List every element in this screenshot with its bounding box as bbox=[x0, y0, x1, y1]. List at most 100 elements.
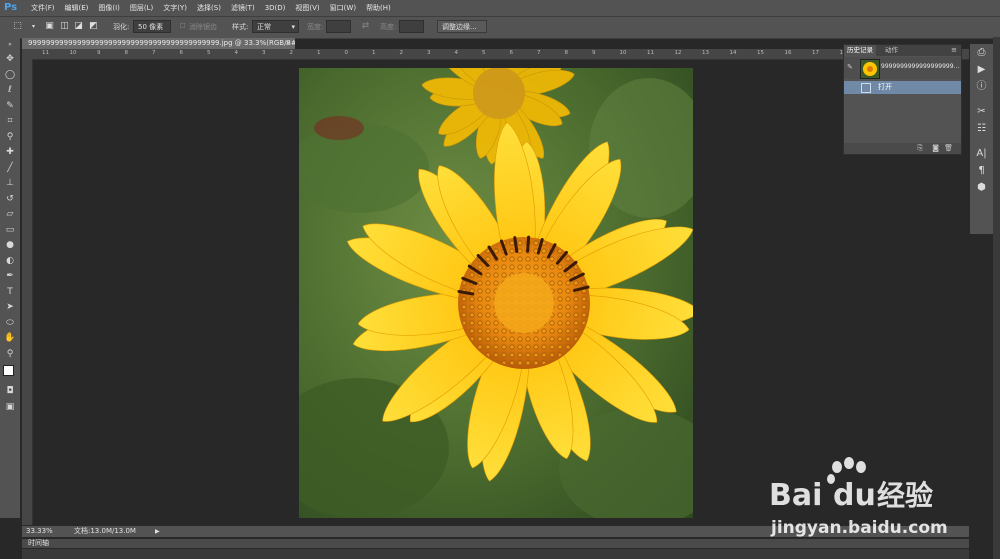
width-input[interactable] bbox=[326, 20, 351, 33]
photoshop-logo: Ps bbox=[4, 2, 18, 13]
tab-history[interactable]: 历史记录 bbox=[844, 45, 876, 56]
adjustments-icon[interactable]: ☷ bbox=[970, 120, 993, 137]
ruler-tick: 10 bbox=[69, 50, 77, 56]
camera-icon[interactable]: ◙ bbox=[932, 143, 939, 154]
lasso-tool-icon[interactable]: ℓ bbox=[0, 83, 20, 99]
ruler-tick: 4 bbox=[234, 50, 239, 56]
right-dock-strip: ⎙ ▶ ⓘ ✂ ☷ A| ¶ ⬢ bbox=[970, 44, 993, 234]
foreground-color-swatch[interactable] bbox=[3, 365, 14, 376]
menu-view[interactable]: 视图(V) bbox=[290, 0, 324, 16]
ruler-tick: 2 bbox=[289, 50, 294, 56]
ellipse-tool-icon[interactable]: ⬭ bbox=[0, 316, 20, 332]
ruler-tick: 17 bbox=[812, 50, 819, 56]
healing-brush-tool-icon[interactable]: ✚ bbox=[0, 145, 20, 161]
menu-items: 文件(F) 编辑(E) 图像(I) 图层(L) 文字(Y) 选择(S) 滤镜(T… bbox=[26, 0, 396, 16]
zoom-level[interactable]: 33.33% bbox=[26, 526, 53, 537]
flower-stamen bbox=[526, 235, 531, 253]
blur-tool-icon[interactable]: ● bbox=[0, 238, 20, 254]
menu-image[interactable]: 图像(I) bbox=[93, 0, 125, 16]
3d-cube-icon[interactable]: ⬢ bbox=[970, 179, 993, 196]
color-swatches[interactable] bbox=[0, 362, 20, 384]
menu-3d[interactable]: 3D(D) bbox=[260, 0, 291, 16]
timeline-label[interactable]: 时间轴 bbox=[28, 539, 49, 548]
add-selection-icon[interactable]: ◫ bbox=[59, 21, 70, 32]
ruler-tick: 1 bbox=[317, 50, 321, 56]
subtract-selection-icon[interactable]: ◪ bbox=[73, 21, 84, 32]
marquee-preset-icon[interactable]: ⬚ bbox=[12, 21, 23, 32]
dodge-tool-icon[interactable]: ◐ bbox=[0, 254, 20, 270]
ruler-tick: 9 bbox=[592, 50, 596, 56]
menu-window[interactable]: 窗口(W) bbox=[325, 0, 361, 16]
history-snapshot-row[interactable]: ✎ 9999999999999999999... bbox=[844, 57, 961, 79]
brush-tool-icon[interactable]: ╱ bbox=[0, 161, 20, 177]
crop-tool-icon[interactable]: ⌗ bbox=[0, 114, 20, 130]
ruler-tick: 6 bbox=[179, 50, 184, 56]
ruler-tick: 3 bbox=[427, 50, 431, 56]
ruler-tick: 16 bbox=[784, 50, 792, 56]
tools-panel: » ✥ ◯ ℓ ✎ ⌗ ⚲ ✚ ╱ ⊥ ↺ ▱ ▭ ● ◐ ✒ T ➤ ⬭ ✋ … bbox=[0, 38, 20, 518]
ruler-tick: 9 bbox=[97, 50, 101, 56]
marquee-tool-icon[interactable]: ◯ bbox=[0, 68, 20, 84]
menu-layer[interactable]: 图层(L) bbox=[125, 0, 158, 16]
clone-stamp-tool-icon[interactable]: ⊥ bbox=[0, 176, 20, 192]
pen-tool-icon[interactable]: ✒ bbox=[0, 269, 20, 285]
feather-input[interactable]: 50 像素 bbox=[133, 20, 171, 33]
ruler-tick: 15 bbox=[757, 50, 764, 56]
document-tab[interactable]: 9999999999999999999999999999999999999999… bbox=[22, 38, 295, 49]
feather-label: 羽化: bbox=[113, 23, 130, 31]
ruler-tick: 10 bbox=[619, 50, 627, 56]
ruler-tick: 8 bbox=[124, 50, 129, 56]
refine-edge-button[interactable]: 调整边缘... bbox=[437, 20, 487, 33]
paragraph-icon[interactable]: ¶ bbox=[970, 162, 993, 179]
close-icon[interactable]: × bbox=[285, 38, 291, 49]
ruler-tick: 13 bbox=[702, 50, 709, 56]
document-canvas-image[interactable] bbox=[299, 68, 693, 518]
history-brush-source-icon[interactable]: ✎ bbox=[847, 63, 853, 71]
move-tool-icon[interactable]: ✥ bbox=[0, 52, 20, 68]
zoom-tool-icon[interactable]: ⚲ bbox=[0, 347, 20, 363]
chevron-down-icon: ▾ bbox=[291, 23, 295, 31]
watermark-url: jingyan.baidu.com bbox=[770, 518, 948, 538]
collapse-icon[interactable]: » bbox=[0, 38, 20, 52]
quick-select-tool-icon[interactable]: ✎ bbox=[0, 99, 20, 115]
actions-play-icon[interactable]: ▶ bbox=[970, 61, 993, 78]
hand-tool-icon[interactable]: ✋ bbox=[0, 331, 20, 347]
eraser-tool-icon[interactable]: ▱ bbox=[0, 207, 20, 223]
new-selection-icon[interactable]: ▣ bbox=[44, 21, 55, 32]
menu-select[interactable]: 选择(S) bbox=[192, 0, 226, 16]
watermark-brand-1: Bai bbox=[769, 478, 822, 513]
intersect-selection-icon[interactable]: ◩ bbox=[88, 21, 99, 32]
gradient-tool-icon[interactable]: ▭ bbox=[0, 223, 20, 239]
divider bbox=[970, 137, 993, 145]
screen-mode-icon[interactable]: ▣ bbox=[0, 400, 20, 416]
trash-icon[interactable]: 🗑 bbox=[944, 143, 953, 154]
panel-menu-icon[interactable]: ≡ bbox=[951, 45, 957, 56]
history-state-open[interactable]: 打开 bbox=[844, 81, 961, 94]
brush-presets-icon[interactable]: ✂ bbox=[970, 103, 993, 120]
quick-mask-icon[interactable]: ◘ bbox=[0, 384, 20, 400]
menu-file[interactable]: 文件(F) bbox=[26, 0, 60, 16]
history-brush-tool-icon[interactable]: ↺ bbox=[0, 192, 20, 208]
document-tab-title: 9999999999999999999999999999999999999999… bbox=[28, 39, 295, 47]
status-menu-arrow-icon[interactable]: ▶ bbox=[155, 526, 160, 537]
antialias-checkbox[interactable]: ☐ bbox=[177, 21, 188, 32]
chevron-down-icon[interactable]: ▾ bbox=[28, 21, 39, 32]
menu-filter[interactable]: 滤镜(T) bbox=[226, 0, 260, 16]
path-select-tool-icon[interactable]: ➤ bbox=[0, 300, 20, 316]
info-icon[interactable]: ⓘ bbox=[970, 78, 993, 95]
tab-actions[interactable]: 动作 bbox=[882, 45, 901, 56]
height-input[interactable] bbox=[399, 20, 424, 33]
new-document-from-state-icon[interactable]: ⎘ bbox=[917, 143, 923, 154]
style-select[interactable]: 正常 ▾ bbox=[252, 20, 299, 33]
type-tool-icon[interactable]: T bbox=[0, 285, 20, 301]
vertical-ruler bbox=[22, 59, 33, 525]
menu-help[interactable]: 帮助(H) bbox=[361, 0, 396, 16]
ruler-tick: 11 bbox=[42, 50, 49, 56]
menu-edit[interactable]: 编辑(E) bbox=[60, 0, 94, 16]
character-icon[interactable]: A| bbox=[970, 145, 993, 162]
ruler-tick: 4 bbox=[454, 50, 459, 56]
swap-icon[interactable]: ⇄ bbox=[360, 21, 371, 32]
eyedropper-tool-icon[interactable]: ⚲ bbox=[0, 130, 20, 146]
menu-type[interactable]: 文字(Y) bbox=[158, 0, 192, 16]
history-panel-icon[interactable]: ⎙ bbox=[970, 44, 993, 61]
